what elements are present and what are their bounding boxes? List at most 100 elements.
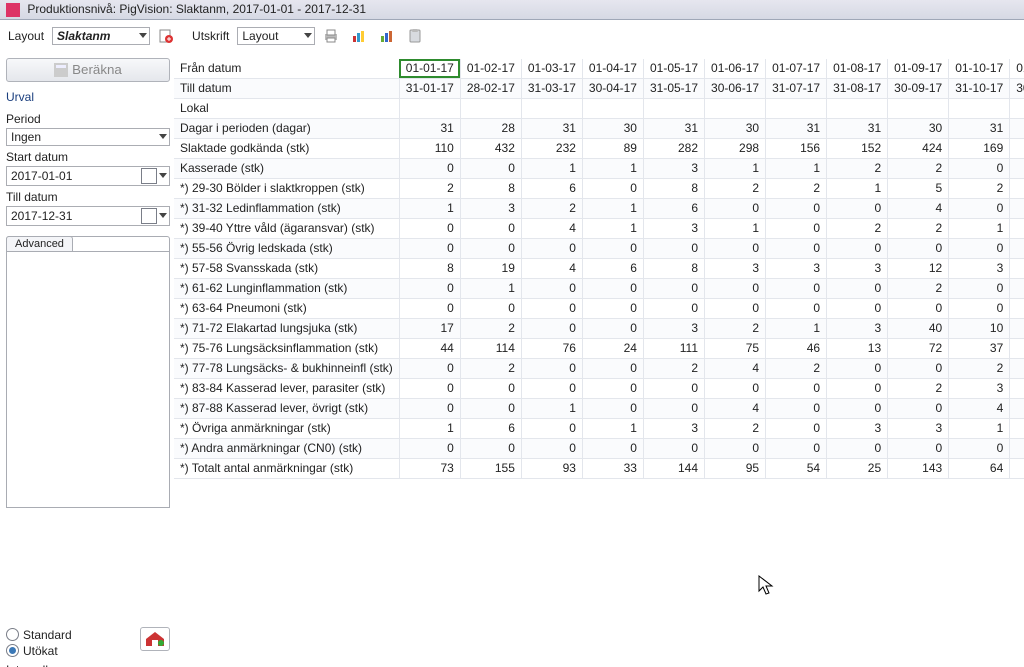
table-cell[interactable]: 0 <box>582 238 643 258</box>
table-cell[interactable]: 0 <box>766 218 827 238</box>
table-cell[interactable]: 1 <box>582 218 643 238</box>
table-cell[interactable]: 0 <box>643 298 704 318</box>
table-cell[interactable]: 0 <box>1010 398 1024 418</box>
table-cell[interactable]: 152 <box>827 138 888 158</box>
table-cell[interactable]: 0 <box>949 198 1010 218</box>
table-cell[interactable]: 2 <box>888 278 949 298</box>
table-cell[interactable]: 0 <box>766 438 827 458</box>
table-cell[interactable]: 1 <box>521 158 582 178</box>
table-cell[interactable]: 0 <box>399 238 460 258</box>
table-cell[interactable]: 0 <box>949 278 1010 298</box>
print-layout-combobox[interactable]: Layout <box>237 27 315 45</box>
table-cell[interactable]: 30 <box>705 118 766 138</box>
table-cell[interactable]: 3 <box>643 158 704 178</box>
table-cell[interactable]: 0 <box>643 398 704 418</box>
tab-advanced[interactable]: Advanced <box>6 236 73 251</box>
table-cell[interactable]: 4 <box>521 218 582 238</box>
table-cell[interactable]: 89 <box>582 138 643 158</box>
table-cell[interactable]: 0 <box>399 278 460 298</box>
table-cell[interactable]: 3 <box>643 418 704 438</box>
table-cell[interactable]: 2 <box>705 318 766 338</box>
table-cell[interactable]: 01-02-17 <box>460 59 521 79</box>
table-cell[interactable]: 0 <box>766 298 827 318</box>
table-cell[interactable]: 8 <box>399 258 460 278</box>
table-cell[interactable] <box>705 98 766 118</box>
table-cell[interactable]: 0 <box>1010 358 1024 378</box>
table-cell[interactable]: 0 <box>521 278 582 298</box>
table-cell[interactable] <box>827 98 888 118</box>
table-cell[interactable]: 2 <box>827 158 888 178</box>
table-cell[interactable]: 0 <box>521 418 582 438</box>
table-cell[interactable]: 33 <box>582 458 643 478</box>
table-cell[interactable]: 3 <box>643 318 704 338</box>
table-cell[interactable]: 0 <box>521 298 582 318</box>
table-cell[interactable]: 3 <box>827 258 888 278</box>
table-cell[interactable]: 3 <box>949 378 1010 398</box>
table-cell[interactable]: 44 <box>399 338 460 358</box>
table-cell[interactable]: 0 <box>1010 298 1024 318</box>
table-cell[interactable]: 0 <box>1010 158 1024 178</box>
table-cell[interactable]: 432 <box>460 138 521 158</box>
table-cell[interactable]: 143 <box>888 458 949 478</box>
table-cell[interactable]: 0 <box>582 378 643 398</box>
table-cell[interactable]: 2 <box>705 418 766 438</box>
table-cell[interactable]: 01-01-17 <box>399 59 460 79</box>
table-cell[interactable]: 0 <box>949 238 1010 258</box>
chart-button-2[interactable] <box>375 24 399 48</box>
table-cell[interactable]: 6 <box>582 258 643 278</box>
table-cell[interactable]: 0 <box>521 378 582 398</box>
table-cell[interactable]: 1 <box>1010 178 1024 198</box>
berakna-button[interactable]: Beräkna <box>6 58 170 82</box>
table-cell[interactable]: 1 <box>827 178 888 198</box>
table-cell[interactable]: 0 <box>582 398 643 418</box>
table-cell[interactable] <box>888 98 949 118</box>
table-cell[interactable]: 1 <box>582 418 643 438</box>
table-cell[interactable] <box>521 98 582 118</box>
table-cell[interactable]: 2 <box>643 358 704 378</box>
table-cell[interactable]: 31-07-17 <box>766 78 827 98</box>
clipboard-button[interactable] <box>403 24 427 48</box>
table-cell[interactable]: 144 <box>643 458 704 478</box>
table-cell[interactable]: 28 <box>460 118 521 138</box>
table-cell[interactable]: 19 <box>460 258 521 278</box>
table-cell[interactable]: 0 <box>399 298 460 318</box>
table-cell[interactable]: 13 <box>827 338 888 358</box>
table-cell[interactable] <box>399 98 460 118</box>
table-cell[interactable]: 0 <box>888 358 949 378</box>
table-cell[interactable]: 2 <box>888 378 949 398</box>
table-cell[interactable]: 30-06-17 <box>705 78 766 98</box>
table-cell[interactable]: 0 <box>460 398 521 418</box>
table-cell[interactable]: 2 <box>521 198 582 218</box>
table-cell[interactable]: 0 <box>705 198 766 218</box>
table-cell[interactable]: 3 <box>888 418 949 438</box>
table-cell[interactable]: 298 <box>705 138 766 158</box>
table-cell[interactable]: 0 <box>827 378 888 398</box>
table-cell[interactable]: 31 <box>399 118 460 138</box>
table-cell[interactable]: 2 <box>827 218 888 238</box>
table-cell[interactable]: 8 <box>643 178 704 198</box>
table-cell[interactable]: 3 <box>827 418 888 438</box>
table-cell[interactable]: 0 <box>582 438 643 458</box>
table-cell[interactable]: 169 <box>949 138 1010 158</box>
table-cell[interactable] <box>643 98 704 118</box>
table-cell[interactable]: 0 <box>1010 198 1024 218</box>
table-cell[interactable] <box>949 98 1010 118</box>
table-cell[interactable]: 0 <box>521 238 582 258</box>
table-cell[interactable]: 1 <box>949 218 1010 238</box>
table-cell[interactable]: 8 <box>643 258 704 278</box>
layout-combobox[interactable]: Slaktanm <box>52 27 150 45</box>
table-cell[interactable]: 2 <box>888 158 949 178</box>
table-cell[interactable]: 232 <box>521 138 582 158</box>
table-cell[interactable]: 155 <box>460 458 521 478</box>
table-cell[interactable]: 3 <box>949 258 1010 278</box>
table-cell[interactable]: 01-05-17 <box>643 59 704 79</box>
table-cell[interactable]: 2 <box>766 178 827 198</box>
table-cell[interactable]: 0 <box>582 178 643 198</box>
print-button[interactable] <box>319 24 343 48</box>
table-cell[interactable]: 0 <box>460 218 521 238</box>
table-cell[interactable]: 2 <box>460 358 521 378</box>
radio-standard[interactable]: Standard <box>6 627 140 643</box>
table-cell[interactable]: 01-10-17 <box>949 59 1010 79</box>
table-cell[interactable]: 0 <box>521 438 582 458</box>
table-cell[interactable]: 0 <box>827 238 888 258</box>
